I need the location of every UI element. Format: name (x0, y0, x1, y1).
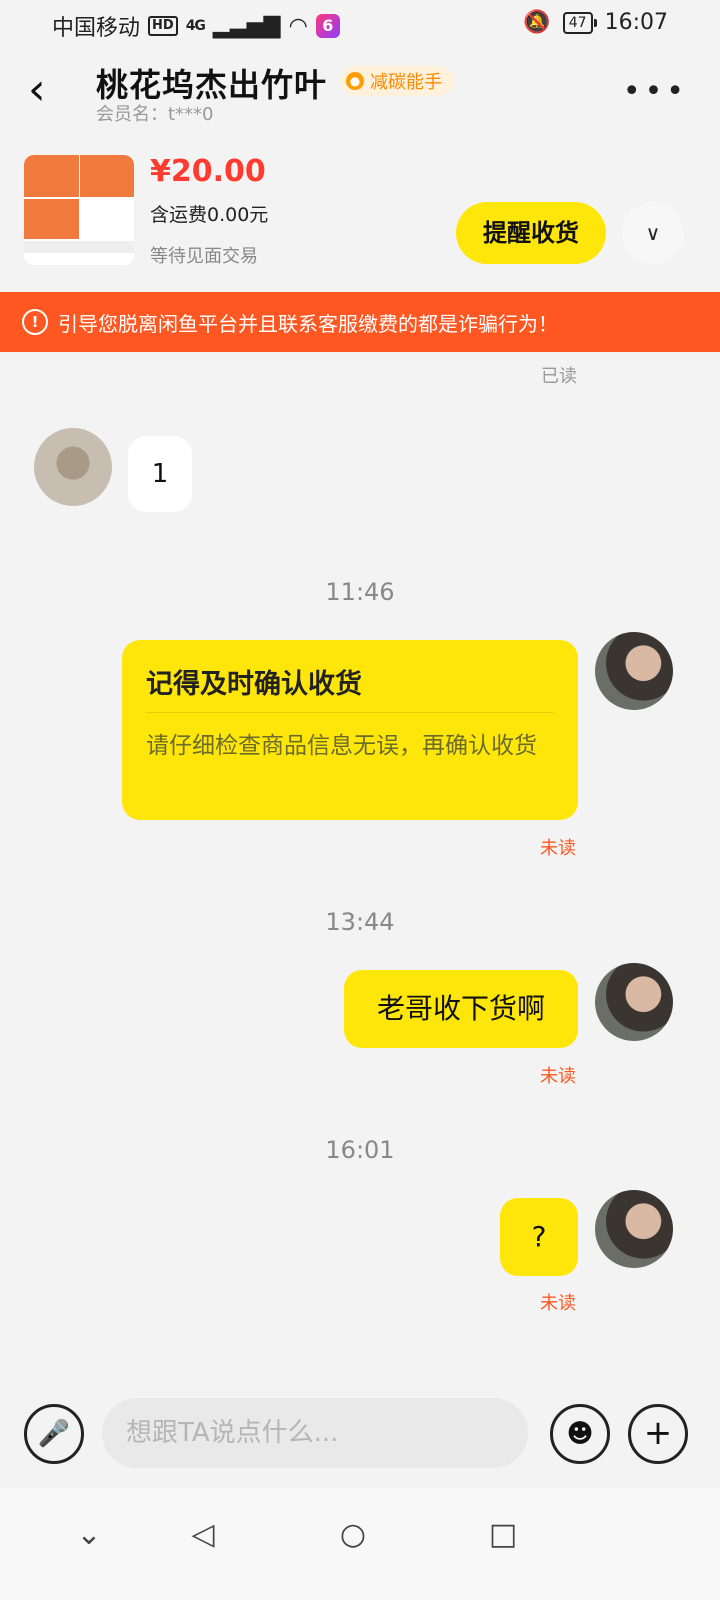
carrier-name: 中国移动 (52, 16, 141, 41)
signal-icon: ▂▃▅▇ (212, 13, 281, 39)
back-chevron-icon[interactable]: ‹ (28, 68, 68, 112)
outgoing-message-text: ? (531, 1220, 547, 1253)
unread-status: 未读 (540, 1293, 576, 1314)
more-options-icon[interactable]: ••• (623, 74, 688, 109)
nav-collapse-chevron-icon[interactable]: ⌄ (64, 1510, 114, 1560)
carbon-badge-label: 减碳能手 (370, 72, 442, 93)
member-name: 会员名：t***0 (96, 104, 214, 125)
incoming-message-text: 1 (151, 459, 169, 489)
outgoing-message-bubble[interactable]: 老哥收下货啊 (344, 970, 578, 1048)
nav-recents-square-icon[interactable]: □ (478, 1510, 528, 1560)
wifi-icon: ◠ (288, 13, 308, 39)
emoji-icon[interactable]: ☻ (550, 1404, 610, 1464)
product-thumbnail[interactable] (24, 155, 134, 265)
timestamp-1: 11:46 (325, 578, 395, 606)
card-text: 请仔细检查商品信息无误，再确认收货 (146, 733, 537, 759)
microphone-icon[interactable]: 🎤 (24, 1404, 84, 1464)
timestamp-2: 13:44 (325, 908, 395, 936)
my-avatar[interactable] (595, 632, 673, 710)
other-user-avatar[interactable] (34, 428, 112, 506)
alert-icon: ! (22, 309, 48, 335)
status-left: 中国移动 HD 4G ▂▃▅▇ ◠ 6 (52, 10, 340, 42)
mute-bell-icon: 🔕 (523, 10, 551, 35)
my-avatar[interactable] (595, 1190, 673, 1268)
remind-receipt-button[interactable]: 提醒收货 (456, 202, 606, 264)
trade-status: 等待见面交易 (150, 246, 258, 267)
card-divider (146, 712, 554, 713)
my-avatar[interactable] (595, 963, 673, 1041)
carbon-badge[interactable]: ● 减碳能手 (340, 66, 454, 96)
fraud-warning-text: 引导您脱离闲鱼平台并且联系客服缴费的都是诈骗行为！ (58, 311, 558, 336)
shipping-fee: 含运费0.00元 (150, 204, 269, 226)
card-title: 记得及时确认收货 (146, 669, 362, 700)
status-bar: 中国移动 HD 4G ▂▃▅▇ ◠ 6 🔕 47 16:07 (0, 0, 720, 50)
chevron-down-icon[interactable]: ∨ (622, 202, 684, 264)
message-input[interactable]: 想跟TA说点什么... (102, 1398, 528, 1468)
unread-status: 未读 (540, 1066, 576, 1087)
hd-icon: HD (148, 16, 178, 36)
app-notification-icon: 6 (315, 14, 340, 38)
status-right: 🔕 47 16:07 (523, 10, 668, 35)
nav-back-triangle-icon[interactable]: ◁ (178, 1510, 228, 1560)
clock: 16:07 (604, 10, 668, 35)
nav-home-circle-icon[interactable]: ○ (328, 1510, 378, 1560)
outgoing-message-bubble[interactable]: ? (500, 1198, 578, 1276)
incoming-message-bubble[interactable]: 1 (128, 436, 192, 512)
read-status: 已读 (541, 366, 577, 387)
timestamp-3: 16:01 (325, 1136, 395, 1164)
battery-icon: 47 (562, 11, 597, 34)
confirm-receipt-card[interactable]: 记得及时确认收货 请仔细检查商品信息无误，再确认收货 (122, 640, 578, 820)
unread-status: 未读 (540, 838, 576, 859)
fraud-warning-banner: ! 引导您脱离闲鱼平台并且联系客服缴费的都是诈骗行为！ (0, 292, 720, 352)
outgoing-message-text: 老哥收下货啊 (376, 992, 545, 1025)
network-type: 4G (185, 18, 206, 34)
plus-icon[interactable]: + (628, 1404, 688, 1464)
product-price: ¥20.00 (150, 154, 266, 189)
leaf-icon: ● (346, 72, 364, 90)
